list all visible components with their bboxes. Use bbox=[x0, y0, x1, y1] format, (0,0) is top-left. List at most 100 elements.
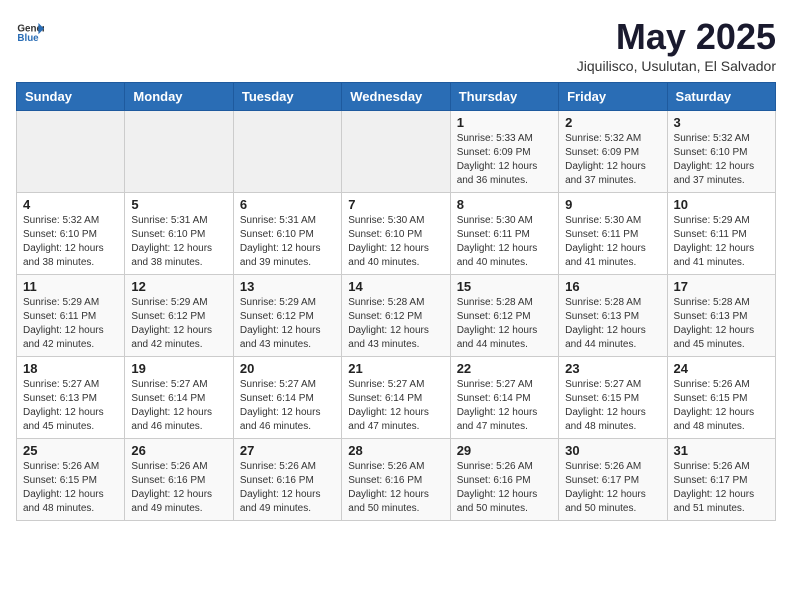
day-number: 13 bbox=[240, 279, 335, 294]
weekday-header-row: SundayMondayTuesdayWednesdayThursdayFrid… bbox=[17, 83, 776, 111]
calendar-cell bbox=[233, 111, 341, 193]
logo: General Blue bbox=[16, 16, 44, 44]
calendar-cell: 19 Sunrise: 5:27 AM Sunset: 6:14 PM Dayli… bbox=[125, 357, 233, 439]
day-number: 1 bbox=[457, 115, 552, 130]
week-row-2: 4Sunrise: 5:32 AM Sunset: 6:10 PM Daylig… bbox=[17, 193, 776, 275]
day-number: 9 bbox=[565, 197, 660, 212]
day-info: Sunrise: 5:27 AM Sunset: 6:14 PM Dayligh… bbox=[240, 378, 335, 434]
day-number: 26 bbox=[131, 443, 226, 458]
weekday-header-sunday: Sunday bbox=[17, 83, 125, 111]
day-number: 27 bbox=[240, 443, 335, 458]
weekday-header-saturday: Saturday bbox=[667, 83, 775, 111]
day-info: Sunrise: 5:30 AM Sunset: 6:11 PM Dayligh… bbox=[457, 214, 552, 270]
calendar-cell: 10Sunrise: 5:29 AM Sunset: 6:11 PM Dayli… bbox=[667, 193, 775, 275]
day-number: 14 bbox=[348, 279, 443, 294]
calendar-cell: 21Sunrise: 5:27 AM Sunset: 6:14 PM Dayli… bbox=[342, 357, 450, 439]
day-info: Sunrise: 5:30 AM Sunset: 6:11 PM Dayligh… bbox=[565, 214, 660, 270]
day-number: 4 bbox=[23, 197, 118, 212]
day-number: 16 bbox=[565, 279, 660, 294]
day-info: Sunrise: 5:27 AM Sunset: 6:14 PM Dayligh… bbox=[131, 378, 226, 434]
day-number: 23 bbox=[565, 361, 660, 376]
calendar-cell: 14 Sunrise: 5:28 AM Sunset: 6:12 PM Dayli… bbox=[342, 275, 450, 357]
calendar-cell: 31Sunrise: 5:26 AM Sunset: 6:17 PM Dayli… bbox=[667, 439, 775, 521]
day-info: Sunrise: 5:26 AM Sunset: 6:16 PM Dayligh… bbox=[348, 460, 443, 516]
week-row-5: 25 Sunrise: 5:26 AM Sunset: 6:15 PM Dayli… bbox=[17, 439, 776, 521]
calendar-cell: 15Sunrise: 5:28 AM Sunset: 6:12 PM Dayli… bbox=[450, 275, 558, 357]
calendar-table: SundayMondayTuesdayWednesdayThursdayFrid… bbox=[16, 82, 776, 521]
calendar-cell: 27 Sunrise: 5:26 AM Sunset: 6:16 PM Dayli… bbox=[233, 439, 341, 521]
calendar-cell: 25 Sunrise: 5:26 AM Sunset: 6:15 PM Dayli… bbox=[17, 439, 125, 521]
day-number: 30 bbox=[565, 443, 660, 458]
calendar-cell: 2Sunrise: 5:32 AM Sunset: 6:09 PM Daylig… bbox=[559, 111, 667, 193]
weekday-header-wednesday: Wednesday bbox=[342, 83, 450, 111]
week-row-3: 11 Sunrise: 5:29 AM Sunset: 6:11 PM Dayli… bbox=[17, 275, 776, 357]
day-info: Sunrise: 5:28 AM Sunset: 6:13 PM Dayligh… bbox=[674, 296, 769, 352]
day-number: 31 bbox=[674, 443, 769, 458]
calendar-subtitle: Jiquilisco, Usulutan, El Salvador bbox=[577, 58, 776, 74]
day-number: 2 bbox=[565, 115, 660, 130]
day-info: Sunrise: 5:26 AM Sunset: 6:16 PM Dayligh… bbox=[131, 460, 226, 516]
logo-icon: General Blue bbox=[16, 16, 44, 44]
week-row-4: 18 Sunrise: 5:27 AM Sunset: 6:13 PM Dayli… bbox=[17, 357, 776, 439]
day-number: 25 bbox=[23, 443, 118, 458]
day-number: 22 bbox=[457, 361, 552, 376]
day-info: Sunrise: 5:32 AM Sunset: 6:10 PM Dayligh… bbox=[674, 132, 769, 188]
weekday-header-monday: Monday bbox=[125, 83, 233, 111]
calendar-cell: 17 Sunrise: 5:28 AM Sunset: 6:13 PM Dayli… bbox=[667, 275, 775, 357]
calendar-cell: 5Sunrise: 5:31 AM Sunset: 6:10 PM Daylig… bbox=[125, 193, 233, 275]
day-info: Sunrise: 5:29 AM Sunset: 6:12 PM Dayligh… bbox=[131, 296, 226, 352]
weekday-header-tuesday: Tuesday bbox=[233, 83, 341, 111]
day-info: Sunrise: 5:28 AM Sunset: 6:12 PM Dayligh… bbox=[457, 296, 552, 352]
svg-text:Blue: Blue bbox=[17, 33, 39, 44]
day-number: 6 bbox=[240, 197, 335, 212]
calendar-cell: 26 Sunrise: 5:26 AM Sunset: 6:16 PM Dayli… bbox=[125, 439, 233, 521]
day-info: Sunrise: 5:28 AM Sunset: 6:12 PM Dayligh… bbox=[348, 296, 443, 352]
calendar-cell bbox=[125, 111, 233, 193]
title-area: May 2025 Jiquilisco, Usulutan, El Salvad… bbox=[577, 16, 776, 74]
calendar-cell: 16 Sunrise: 5:28 AM Sunset: 6:13 PM Dayli… bbox=[559, 275, 667, 357]
calendar-cell: 28 Sunrise: 5:26 AM Sunset: 6:16 PM Dayli… bbox=[342, 439, 450, 521]
calendar-cell: 23Sunrise: 5:27 AM Sunset: 6:15 PM Dayli… bbox=[559, 357, 667, 439]
calendar-cell: 7Sunrise: 5:30 AM Sunset: 6:10 PM Daylig… bbox=[342, 193, 450, 275]
calendar-cell: 13Sunrise: 5:29 AM Sunset: 6:12 PM Dayli… bbox=[233, 275, 341, 357]
calendar-cell: 11 Sunrise: 5:29 AM Sunset: 6:11 PM Dayli… bbox=[17, 275, 125, 357]
calendar-cell: 6Sunrise: 5:31 AM Sunset: 6:10 PM Daylig… bbox=[233, 193, 341, 275]
calendar-title: May 2025 bbox=[577, 16, 776, 58]
day-info: Sunrise: 5:33 AM Sunset: 6:09 PM Dayligh… bbox=[457, 132, 552, 188]
day-number: 11 bbox=[23, 279, 118, 294]
day-info: Sunrise: 5:30 AM Sunset: 6:10 PM Dayligh… bbox=[348, 214, 443, 270]
calendar-cell: 3 Sunrise: 5:32 AM Sunset: 6:10 PM Daylig… bbox=[667, 111, 775, 193]
header: General Blue May 2025 Jiquilisco, Usulut… bbox=[16, 16, 776, 74]
day-info: Sunrise: 5:29 AM Sunset: 6:11 PM Dayligh… bbox=[23, 296, 118, 352]
calendar-cell: 4Sunrise: 5:32 AM Sunset: 6:10 PM Daylig… bbox=[17, 193, 125, 275]
day-number: 17 bbox=[674, 279, 769, 294]
weekday-header-thursday: Thursday bbox=[450, 83, 558, 111]
week-row-1: 1 Sunrise: 5:33 AM Sunset: 6:09 PM Daylig… bbox=[17, 111, 776, 193]
day-number: 12 bbox=[131, 279, 226, 294]
day-number: 8 bbox=[457, 197, 552, 212]
day-number: 18 bbox=[23, 361, 118, 376]
day-info: Sunrise: 5:26 AM Sunset: 6:15 PM Dayligh… bbox=[674, 378, 769, 434]
calendar-cell: 18 Sunrise: 5:27 AM Sunset: 6:13 PM Dayli… bbox=[17, 357, 125, 439]
calendar-cell: 24 Sunrise: 5:26 AM Sunset: 6:15 PM Dayli… bbox=[667, 357, 775, 439]
day-info: Sunrise: 5:27 AM Sunset: 6:13 PM Dayligh… bbox=[23, 378, 118, 434]
day-number: 3 bbox=[674, 115, 769, 130]
day-info: Sunrise: 5:26 AM Sunset: 6:15 PM Dayligh… bbox=[23, 460, 118, 516]
day-info: Sunrise: 5:26 AM Sunset: 6:17 PM Dayligh… bbox=[565, 460, 660, 516]
weekday-header-friday: Friday bbox=[559, 83, 667, 111]
calendar-cell bbox=[342, 111, 450, 193]
calendar-cell: 22 Sunrise: 5:27 AM Sunset: 6:14 PM Dayli… bbox=[450, 357, 558, 439]
calendar-cell: 9 Sunrise: 5:30 AM Sunset: 6:11 PM Daylig… bbox=[559, 193, 667, 275]
day-number: 21 bbox=[348, 361, 443, 376]
day-info: Sunrise: 5:26 AM Sunset: 6:16 PM Dayligh… bbox=[240, 460, 335, 516]
day-number: 28 bbox=[348, 443, 443, 458]
calendar-cell: 30 Sunrise: 5:26 AM Sunset: 6:17 PM Dayli… bbox=[559, 439, 667, 521]
day-number: 19 bbox=[131, 361, 226, 376]
day-info: Sunrise: 5:28 AM Sunset: 6:13 PM Dayligh… bbox=[565, 296, 660, 352]
day-number: 24 bbox=[674, 361, 769, 376]
calendar-cell: 29Sunrise: 5:26 AM Sunset: 6:16 PM Dayli… bbox=[450, 439, 558, 521]
day-info: Sunrise: 5:26 AM Sunset: 6:16 PM Dayligh… bbox=[457, 460, 552, 516]
day-info: Sunrise: 5:27 AM Sunset: 6:14 PM Dayligh… bbox=[457, 378, 552, 434]
day-number: 10 bbox=[674, 197, 769, 212]
calendar-cell: 12 Sunrise: 5:29 AM Sunset: 6:12 PM Dayli… bbox=[125, 275, 233, 357]
